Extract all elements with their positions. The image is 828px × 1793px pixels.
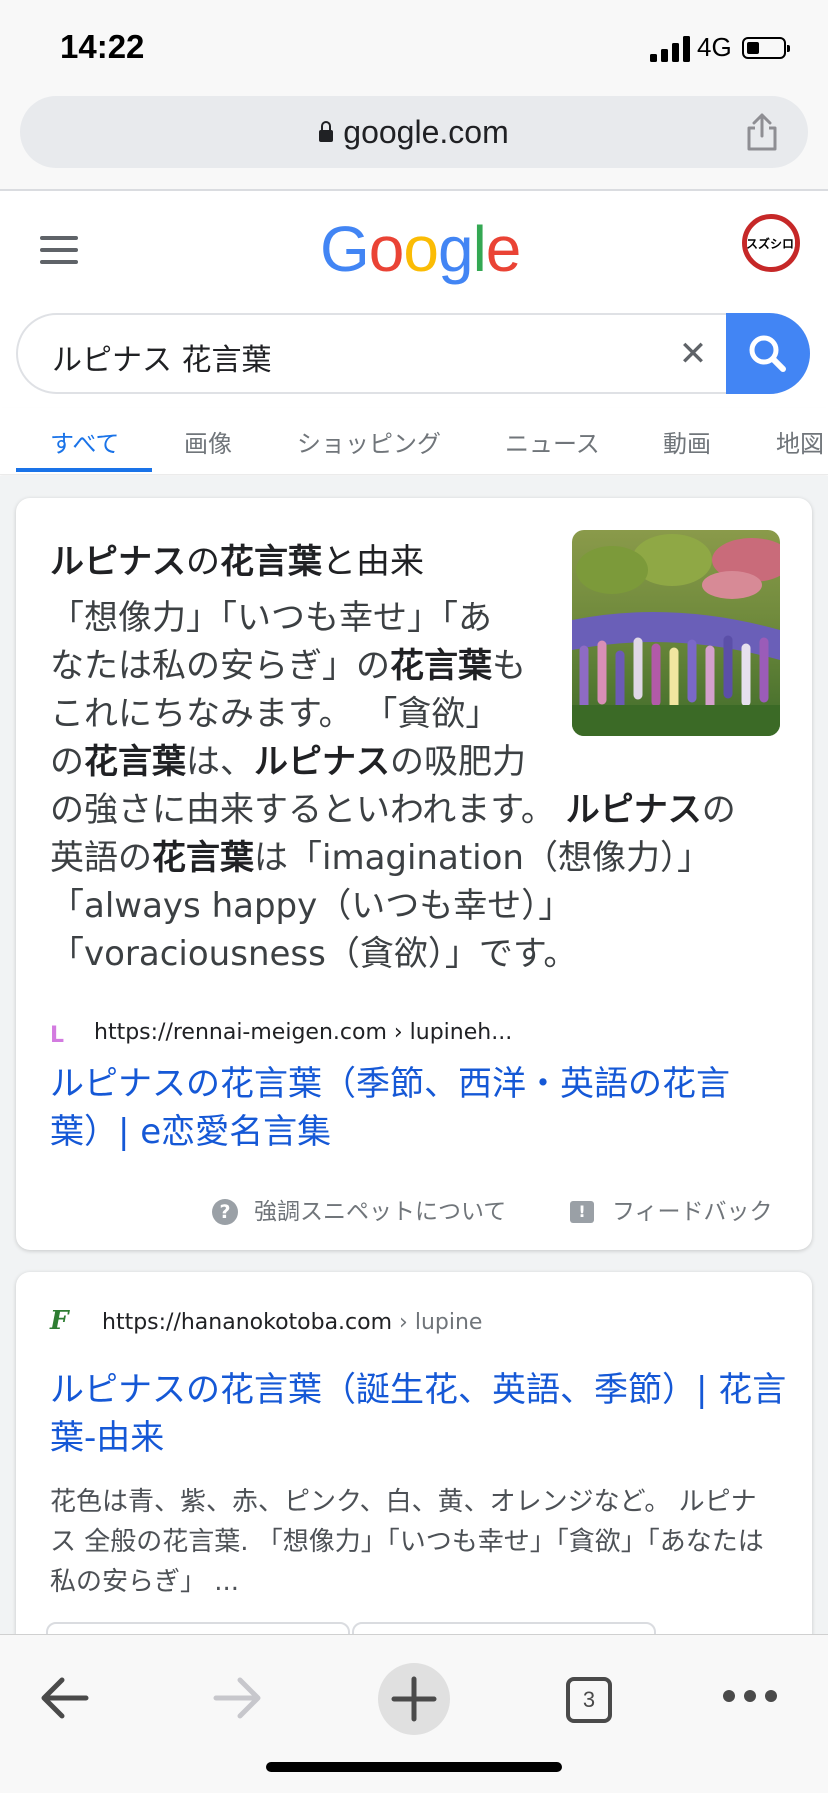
new-tab-button[interactable] — [378, 1663, 450, 1735]
search-box[interactable]: ルピナス 花言葉 ✕ — [16, 313, 810, 394]
avatar[interactable]: スズシロー — [742, 214, 800, 272]
feedback-icon: ! — [570, 1201, 594, 1223]
snippet-title: ルピナスの花言葉と由来 — [50, 534, 424, 583]
signal-icon — [650, 36, 690, 62]
active-tab-indicator — [16, 468, 152, 472]
menu-icon[interactable] — [40, 236, 78, 264]
snippet-title-bold: ルピナス — [50, 542, 186, 582]
result-domain: https://hananokotoba.com — [102, 1310, 393, 1335]
avatar-label: スズシロー — [747, 235, 795, 252]
snippet-line: 「voraciousness（貪欲）」です。 — [50, 934, 578, 974]
logo-letter: o — [368, 213, 405, 285]
address-text[interactable]: google.com — [20, 114, 808, 151]
tab-maps[interactable]: 地図 — [776, 424, 824, 459]
tab-news[interactable]: ニュース — [505, 424, 600, 459]
tab-all[interactable]: すべて — [50, 424, 119, 459]
feedback-label: フィードバック — [612, 1199, 773, 1225]
snippet-title-text: と由来 — [322, 542, 424, 582]
tab-shopping[interactable]: ショッピング — [297, 424, 441, 459]
snippet-line: これにちなみます。 「貪欲」 — [50, 694, 500, 734]
featured-snippet-card: ルピナスの花言葉と由来 「想像力」「いつも幸せ」「あ なたは私の安らぎ」の花言葉… — [16, 498, 812, 1250]
source-url: https://rennai-meigen.com › lupineh... — [94, 1020, 513, 1045]
logo-letter: o — [403, 213, 439, 285]
result-snippet: 花色は青、紫、赤、ピンク、白、黄、オレンジなど。 ルピナス 全般の花言葉. 「想… — [50, 1487, 764, 1597]
result-title-link[interactable]: ルピナスの花言葉（誕生花、英語、季節）| 花言葉-由来 — [50, 1366, 790, 1462]
snippet-text: 「想像力」「いつも幸せ」「あ なたは私の安らぎ」の花言葉も これにちなみます。 … — [50, 594, 780, 978]
url-label: google.com — [343, 114, 509, 150]
site-favicon-icon: F — [50, 1306, 69, 1336]
google-logo[interactable]: Google — [320, 212, 522, 286]
status-time: 14:22 — [60, 28, 145, 65]
snippet-line: 「always happy（いつも幸せ）」 — [50, 886, 573, 926]
share-icon[interactable] — [744, 112, 780, 152]
snippet-source[interactable]: Lhttps://rennai-meigen.com › lupineh... — [50, 1020, 512, 1049]
about-label: 強調スニペットについて — [254, 1199, 507, 1225]
feedback-link[interactable]: ! フィードバック — [570, 1192, 773, 1226]
help-icon: ? — [212, 1199, 238, 1225]
back-icon[interactable] — [38, 1675, 90, 1721]
home-indicator — [266, 1762, 562, 1772]
snippet-line: の花言葉は、ルピナスの吸肥力 — [50, 742, 526, 782]
search-result-card: Fhttps://hananokotoba.com › lupine ルピナスの… — [16, 1272, 812, 1692]
snippet-title-text: の — [186, 542, 220, 582]
search-input[interactable]: ルピナス 花言葉 — [52, 335, 272, 379]
site-favicon-icon: L — [50, 1023, 65, 1048]
tab-images[interactable]: 画像 — [184, 424, 232, 459]
snippet-line: 英語の花言葉は「imagination（想像力）」 — [50, 838, 711, 878]
address-bar[interactable]: google.com — [20, 96, 808, 168]
search-button[interactable] — [726, 313, 810, 394]
logo-letter: e — [485, 213, 522, 285]
snippet-line: の強さに由来するといわれます。 ルピナスの — [50, 790, 736, 830]
about-snippets-link[interactable]: ? 強調スニペットについて — [212, 1192, 506, 1226]
battery-icon — [742, 37, 790, 59]
forward-icon[interactable] — [212, 1675, 264, 1721]
network-type: 4G — [697, 32, 732, 62]
browser-address-area: google.com — [0, 94, 828, 191]
snippet-result-link[interactable]: ルピナスの花言葉（季節、西洋・英語の花言葉）| e恋愛名言集 — [50, 1060, 790, 1156]
logo-letter: g — [437, 213, 474, 285]
snippet-line: 「想像力」「いつも幸せ」「あ — [50, 598, 492, 638]
logo-letter: G — [320, 213, 370, 285]
result-path: › lupine — [392, 1310, 483, 1335]
snippet-line: なたは私の安らぎ」の花言葉も — [50, 646, 526, 686]
snippet-title-bold: 花言葉 — [220, 542, 322, 582]
clear-icon[interactable]: ✕ — [668, 329, 718, 379]
tab-videos[interactable]: 動画 — [663, 424, 711, 459]
plus-icon — [391, 1676, 437, 1722]
more-icon[interactable] — [722, 1689, 778, 1703]
status-bar: 14:22 4G — [0, 0, 828, 94]
tab-switcher-button[interactable]: 3 — [566, 1677, 612, 1723]
result-source[interactable]: Fhttps://hananokotoba.com › lupine — [50, 1306, 482, 1336]
search-tabs: すべて 画像 ショッピング ニュース 動画 地図 — [0, 408, 828, 475]
search-icon — [749, 335, 786, 372]
logo-letter: l — [472, 213, 487, 285]
lock-icon — [319, 121, 334, 142]
